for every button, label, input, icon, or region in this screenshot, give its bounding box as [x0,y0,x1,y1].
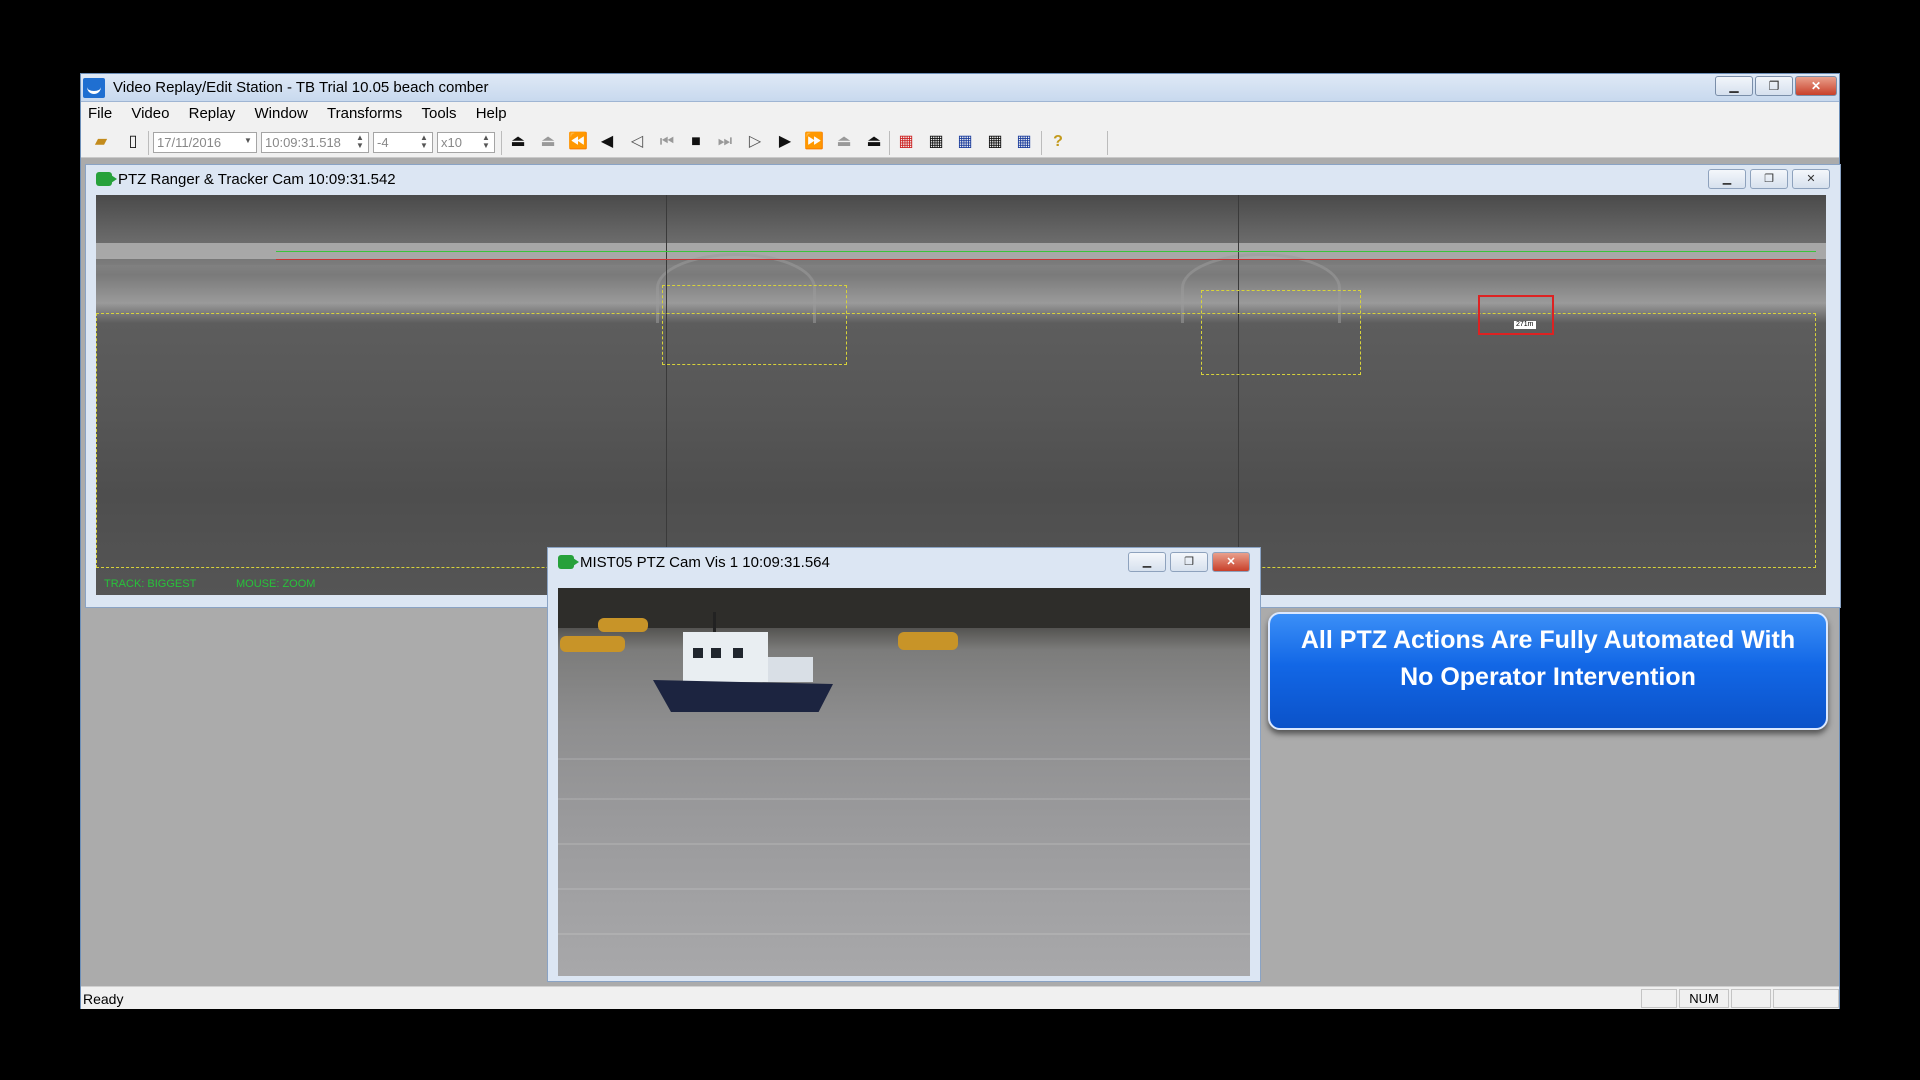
window-title: Video Replay/Edit Station - TB Trial 10.… [113,79,489,96]
skip-start-icon[interactable]: ⏮ [657,132,677,152]
menu-file[interactable]: File [88,102,112,122]
vis-window-title: MIST05 PTZ Cam Vis 1 10:09:31.564 [580,554,830,571]
vis-window-titlebar[interactable]: MIST05 PTZ Cam Vis 1 10:09:31.564 ▁ ❐ ✕ [548,548,1260,576]
track-range-label: 271m [1514,321,1536,329]
date-value: 17/11/2016 [157,135,222,150]
automation-callout: All PTZ Actions Are Fully Automated With… [1268,612,1828,730]
menu-tools[interactable]: Tools [421,102,456,122]
grid-blue-icon[interactable]: ▦ [955,132,975,152]
callout-line-1: All PTZ Actions Are Fully Automated With [1300,626,1796,654]
menu-bar: File Video Replay Window Transforms Tool… [81,102,1839,126]
mouse-mode-status: MOUSE: ZOOM [236,578,316,590]
eject-right-icon[interactable]: ⏏ [864,132,884,152]
skip-end-icon[interactable]: ⏭ [715,132,735,152]
status-bar: Ready NUM [81,986,1839,1009]
detection-zone [96,313,1816,568]
speed-field[interactable]: x10 ▲ ▼ [437,132,495,153]
open-folder-icon[interactable]: ▰ [91,132,111,152]
menu-transforms[interactable]: Transforms [327,102,402,122]
toolbar-separator [501,131,502,155]
time-field[interactable]: 10:09:31.518 ▲ ▼ [261,132,369,153]
time-value: 10:09:31.518 [265,135,341,150]
eject-left-grey-icon[interactable]: ⏏ [538,132,558,152]
grid-9-icon[interactable]: ▦ [926,132,946,152]
overlay-line-green [276,251,1816,252]
toolbar: ▰ ▯ 17/11/2016 ▼ 10:09:31.518 ▲ ▼ -4 ▲ ▼ x… [81,126,1839,158]
ptz-window-titlebar[interactable]: PTZ Ranger & Tracker Cam 10:09:31.542 ▁ … [86,165,1840,193]
grid-red-icon[interactable]: ▦ [896,132,916,152]
buoy [598,618,648,632]
menu-replay[interactable]: Replay [189,102,236,122]
date-field[interactable]: 17/11/2016 ▼ [153,132,257,153]
app-icon [83,78,105,98]
ptz-minimize-button[interactable]: ▁ [1708,169,1746,189]
menu-video[interactable]: Video [131,102,169,122]
minimize-button[interactable]: ▁ [1715,76,1753,96]
tracked-boat [653,612,833,720]
play-step-icon[interactable]: ▷ [745,132,765,152]
grid-4-icon[interactable]: ▦ [985,132,1005,152]
step-value: -4 [377,135,389,150]
callout-line-2: No Operator Intervention [1400,663,1696,691]
eject-left-icon[interactable]: ⏏ [508,132,528,152]
menu-help[interactable]: Help [476,102,507,122]
vis-camera-window[interactable]: MIST05 PTZ Cam Vis 1 10:09:31.564 ▁ ❐ ✕ [547,547,1261,982]
track-mode-status: TRACK: BIGGEST [104,578,197,590]
fast-forward-icon[interactable]: ⏩ [804,132,824,152]
play-icon[interactable]: ▶ [775,132,795,152]
close-button[interactable]: ✕ [1795,76,1837,96]
clipboard-icon[interactable]: ▯ [123,132,143,152]
step-spinner-icon[interactable]: ▲ ▼ [417,134,431,151]
vis-video-feed[interactable] [558,588,1250,976]
speed-spinner-icon[interactable]: ▲ ▼ [479,134,493,151]
status-cell [1773,989,1839,1008]
ptz-window-title: PTZ Ranger & Tracker Cam 10:09:31.542 [118,171,396,188]
detection-zone [1201,290,1361,375]
step-field[interactable]: -4 ▲ ▼ [373,132,433,153]
camera-icon [96,172,117,186]
detection-zone [662,285,847,365]
buoy [898,632,958,650]
thermal-panorama-view[interactable]: 271m TRACK: BIGGEST MOUSE: ZOOM [96,195,1826,595]
stop-icon[interactable]: ■ [686,132,706,152]
toolbar-separator [148,131,149,155]
eject-right-grey-icon[interactable]: ⏏ [834,132,854,152]
title-bar: Video Replay/Edit Station - TB Trial 10.… [81,74,1839,102]
ptz-ranger-window[interactable]: PTZ Ranger & Tracker Cam 10:09:31.542 ▁ … [85,164,1841,608]
rewind-icon[interactable]: ◀ [597,132,617,152]
step-back-icon[interactable]: ◁ [627,132,647,152]
toolbar-separator [1041,131,1042,155]
rewind-fast-icon[interactable]: ⏪ [568,132,588,152]
tracked-target-box[interactable]: 271m [1478,295,1554,335]
buoy [560,636,625,652]
status-cell [1731,989,1771,1008]
restore-button[interactable]: ❐ [1755,76,1793,96]
status-cell [1641,989,1677,1008]
chevron-down-icon[interactable]: ▼ [241,137,255,154]
camera-icon [558,555,579,569]
ptz-maximize-button[interactable]: ❐ [1750,169,1788,189]
num-lock-indicator: NUM [1679,989,1729,1008]
status-text: Ready [83,991,124,1007]
help-icon[interactable]: ? [1048,132,1068,152]
toolbar-separator [889,131,890,155]
overlay-line-red [276,259,1816,260]
grid-blue-2-icon[interactable]: ▦ [1014,132,1034,152]
vis-close-button[interactable]: ✕ [1212,552,1250,572]
toolbar-separator [1107,131,1108,155]
time-spinner-icon[interactable]: ▲ ▼ [353,134,367,151]
vis-minimize-button[interactable]: ▁ [1128,552,1166,572]
menu-window[interactable]: Window [254,102,307,122]
vis-maximize-button[interactable]: ❐ [1170,552,1208,572]
ptz-close-button[interactable]: ✕ [1792,169,1830,189]
main-window: Video Replay/Edit Station - TB Trial 10.… [80,73,1841,1009]
speed-value: x10 [441,135,462,150]
